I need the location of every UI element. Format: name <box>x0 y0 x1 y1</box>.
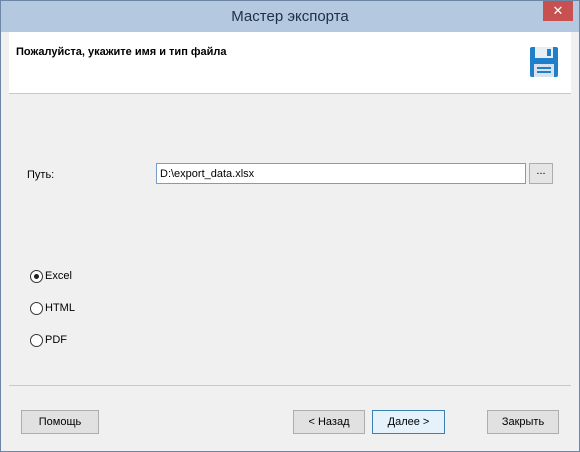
button-bar: Помощь < Назад Далее > Закрыть <box>9 385 571 444</box>
format-label-html: HTML <box>45 302 75 314</box>
export-wizard-window: Мастер экспорта ✕ Пожалуйста, укажите им… <box>0 0 580 452</box>
radio-selected-dot <box>34 274 39 279</box>
title-bar: Мастер экспорта ✕ <box>1 1 579 32</box>
floppy-disk-icon <box>530 47 558 77</box>
path-label: Путь: <box>27 169 55 181</box>
browse-button[interactable]: ... <box>529 163 553 184</box>
header-title: Пожалуйста, укажите имя и тип файла <box>16 46 227 58</box>
format-label-excel: Excel <box>45 270 72 282</box>
wizard-content: Пожалуйста, укажите имя и тип файла Путь… <box>9 32 571 443</box>
window-title: Мастер экспорта <box>231 8 349 25</box>
close-button[interactable]: Закрыть <box>487 410 559 434</box>
next-button[interactable]: Далее > <box>372 410 445 434</box>
format-label-pdf: PDF <box>45 334 67 346</box>
path-input[interactable] <box>156 163 526 184</box>
radio-circle <box>30 302 43 315</box>
radio-circle <box>30 270 43 283</box>
back-button[interactable]: < Назад <box>293 410 365 434</box>
window-close-button[interactable]: ✕ <box>543 1 573 21</box>
radio-circle <box>30 334 43 347</box>
help-button[interactable]: Помощь <box>21 410 99 434</box>
wizard-header: Пожалуйста, укажите имя и тип файла <box>9 32 571 94</box>
